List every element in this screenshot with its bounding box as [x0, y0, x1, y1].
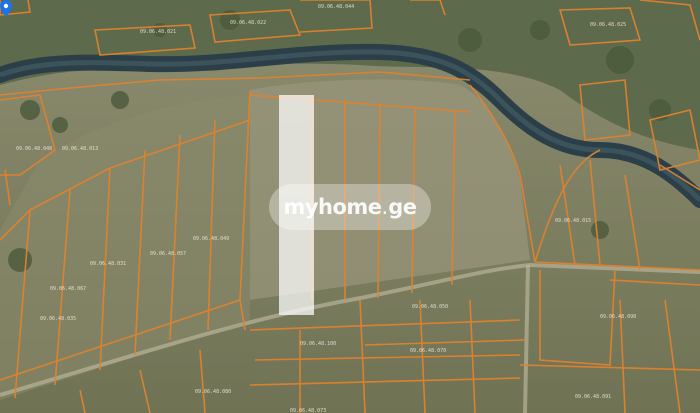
map-pin-icon[interactable]	[0, 0, 12, 17]
parcel-code-label: 09.06.48.080	[195, 389, 231, 395]
parcel-code-label: 09.06.48.015	[555, 218, 591, 224]
cadastral-map[interactable]: 09.06.48.022 09.06.48.044 09.06.48.021 09.0…	[0, 0, 700, 413]
parcel-code-label: 09.06.48.091	[575, 394, 611, 400]
parcel-code-label: 09.06.48.057	[150, 251, 186, 257]
watermark-dot: .	[381, 195, 389, 219]
parcel-code-label: 09.06.48.031	[90, 261, 126, 267]
parcel-code-label: 09.06.48.025	[590, 22, 626, 28]
parcel-code-label: 09.06.48.098	[600, 314, 636, 320]
parcel-code-label: 09.06.48.021	[140, 29, 176, 35]
parcel-code-label: 09.06.48.073	[290, 408, 326, 413]
parcel-code-label: 09.06.48.044	[318, 4, 354, 10]
parcel-code-label: 09.06.48.050	[412, 304, 448, 310]
parcel-code-label: 09.06.48.048	[16, 146, 52, 152]
parcel-code-label: 09.06.48.049	[193, 236, 229, 242]
parcel-code-label: 09.06.48.022	[230, 20, 266, 26]
parcel-code-label: 09.06.48.067	[50, 286, 86, 292]
myhome-watermark: myhome . ge	[269, 184, 431, 230]
parcel-code-label: 09.06.48.070	[410, 348, 446, 354]
parcel-code-label: 09.06.48.035	[40, 316, 76, 322]
parcel-code-label: 09.06.48.013	[62, 146, 98, 152]
parcel-code-label: 09.06.48.100	[300, 341, 336, 347]
watermark-suffix: ge	[388, 195, 417, 219]
watermark-brand: myhome	[283, 195, 382, 219]
